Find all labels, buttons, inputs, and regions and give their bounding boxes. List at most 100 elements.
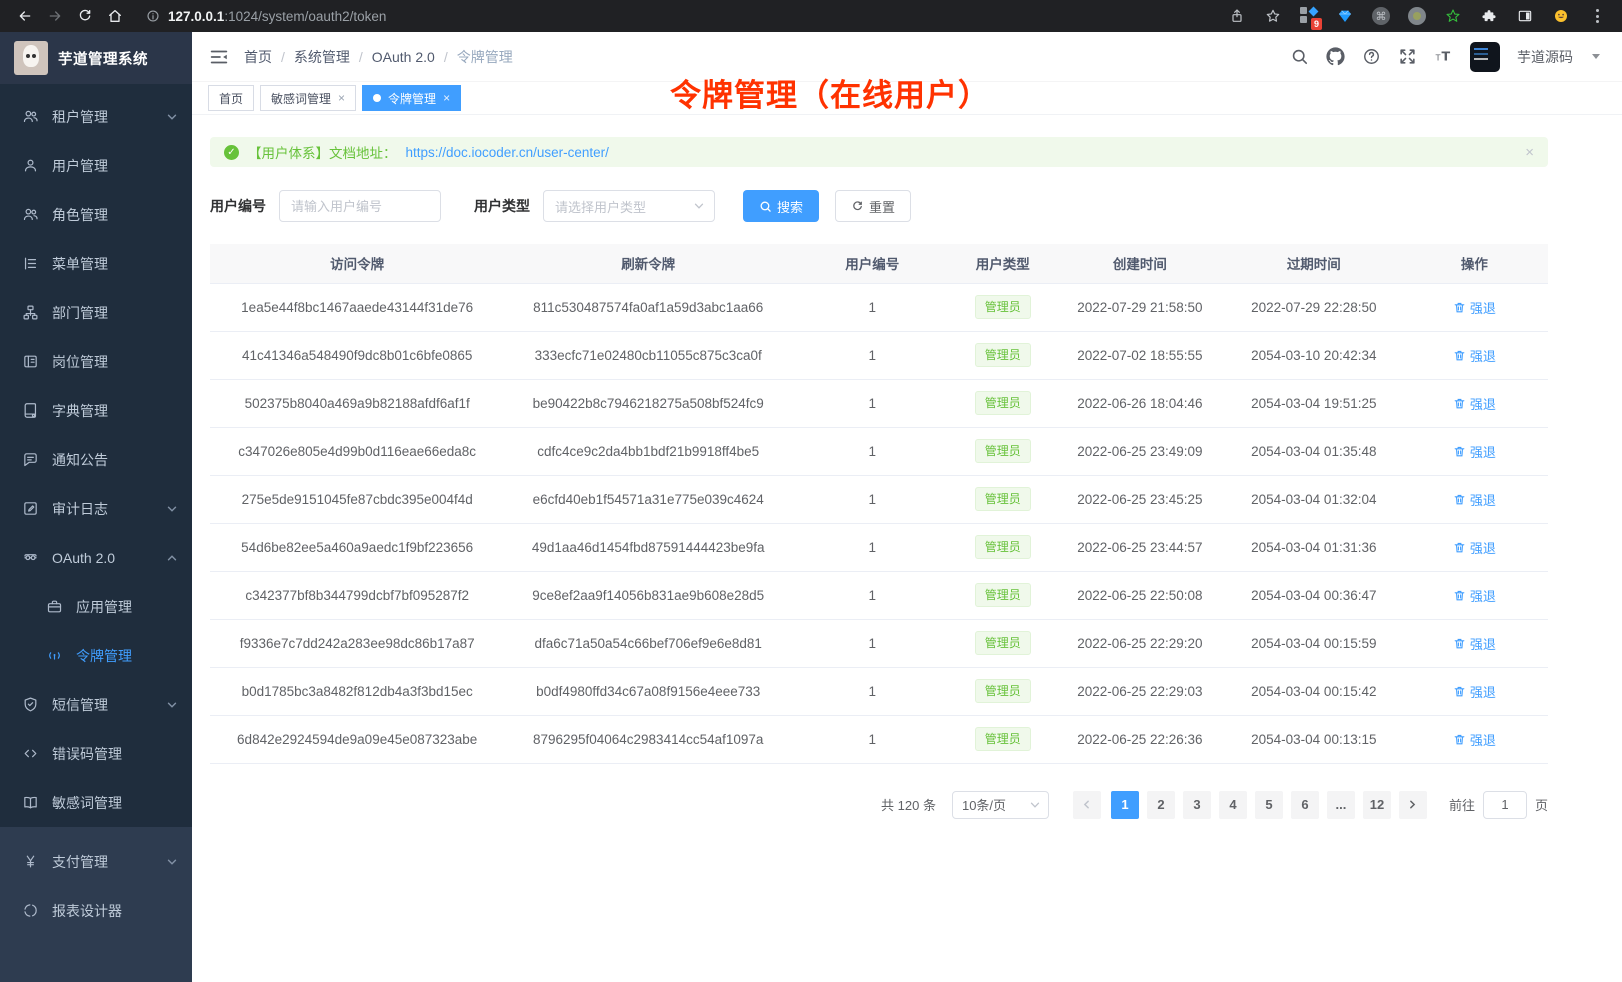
- sidebar-item-oauth2-app[interactable]: 应用管理: [0, 582, 192, 631]
- side-panel-icon[interactable]: [1514, 5, 1536, 27]
- alert-text: 【用户体系】文档地址：: [248, 142, 397, 162]
- next-page-button[interactable]: [1399, 791, 1427, 819]
- back-icon[interactable]: [12, 3, 38, 29]
- forward-icon[interactable]: [42, 3, 68, 29]
- bookmark-star-icon[interactable]: [1262, 5, 1284, 27]
- table-row: 54d6be82ee5a460a9aedc1f9bf223656 49d1aa4…: [210, 523, 1548, 571]
- search-button[interactable]: 搜索: [743, 190, 819, 222]
- tag-tab-home[interactable]: 首页: [208, 85, 254, 111]
- page-button-5[interactable]: 5: [1255, 791, 1283, 819]
- page-button-12[interactable]: 12: [1363, 791, 1391, 819]
- search-icon[interactable]: [1290, 47, 1309, 66]
- fullscreen-icon[interactable]: [1398, 47, 1417, 66]
- table-row: c347026e805e4d99b0d116eae66eda8c cdfc4ce…: [210, 427, 1548, 475]
- page-button-1[interactable]: 1: [1111, 791, 1139, 819]
- sidebar-item-notice[interactable]: 通知公告: [0, 435, 192, 484]
- info-icon: [146, 9, 160, 23]
- sidebar-item-tenant[interactable]: 租户管理: [0, 92, 192, 141]
- force-logout-button[interactable]: 强退: [1453, 442, 1496, 461]
- breadcrumb-item[interactable]: OAuth 2.0: [372, 49, 435, 65]
- delete-icon: [1453, 397, 1466, 410]
- chevron-down-icon[interactable]: [1592, 54, 1600, 59]
- page-jump-input[interactable]: [1483, 791, 1527, 819]
- doc-link[interactable]: https://doc.iocoder.cn/user-center/: [406, 145, 609, 160]
- page-button-6[interactable]: 6: [1291, 791, 1319, 819]
- browser-menu-icon[interactable]: [1586, 5, 1608, 27]
- delete-icon: [1453, 637, 1466, 650]
- user-id-cell: 1: [792, 571, 953, 619]
- home-icon[interactable]: [102, 3, 128, 29]
- sidebar-item-user[interactable]: 用户管理: [0, 141, 192, 190]
- column-header: 用户类型: [953, 244, 1053, 283]
- force-logout-button[interactable]: 强退: [1453, 730, 1496, 749]
- access-token-cell: c347026e805e4d99b0d116eae66eda8c: [210, 427, 504, 475]
- alert-close-icon[interactable]: ×: [1525, 144, 1534, 161]
- force-logout-button[interactable]: 强退: [1453, 394, 1496, 413]
- more-pages-button[interactable]: ...: [1327, 791, 1355, 819]
- github-icon[interactable]: [1326, 47, 1345, 66]
- page-button-4[interactable]: 4: [1219, 791, 1247, 819]
- pagination: 共 120 条 10条/页 123456...12 前往 页: [210, 791, 1548, 819]
- sidebar-item-errcode[interactable]: 错误码管理: [0, 729, 192, 778]
- sidebar-item-pay[interactable]: 支付管理: [0, 837, 192, 886]
- refresh-icon[interactable]: [72, 3, 98, 29]
- force-logout-button[interactable]: 强退: [1453, 298, 1496, 317]
- force-logout-button[interactable]: 强退: [1453, 346, 1496, 365]
- font-size-icon[interactable]: TT: [1434, 47, 1453, 66]
- sidebar-item-oauth2-token[interactable]: 令牌管理: [0, 631, 192, 680]
- prev-page-button[interactable]: [1073, 791, 1101, 819]
- user-avatar[interactable]: [1470, 42, 1500, 72]
- collapse-sidebar-icon[interactable]: [208, 46, 230, 68]
- address-bar[interactable]: 127.0.0.1:1024/system/oauth2/token: [146, 9, 1222, 24]
- sidebar-item-oauth2[interactable]: OAuth 2.0: [0, 533, 192, 582]
- page-size-select[interactable]: 10条/页: [952, 791, 1049, 819]
- chevron-down-icon: [1029, 799, 1041, 811]
- refresh-token-cell: be90422b8c7946218275a508bf524fc9: [504, 379, 792, 427]
- breadcrumb-item[interactable]: 系统管理: [294, 47, 350, 67]
- sidebar-item-sms[interactable]: 短信管理: [0, 680, 192, 729]
- delete-icon: [1453, 493, 1466, 506]
- annotation-title: 令牌管理（在线用户）: [670, 70, 990, 115]
- expire-time-cell: 2054-03-04 00:36:47: [1227, 571, 1401, 619]
- force-logout-button[interactable]: 强退: [1453, 538, 1496, 557]
- sidebar-item-menu[interactable]: 菜单管理: [0, 239, 192, 288]
- force-logout-button[interactable]: 强退: [1453, 586, 1496, 605]
- gem-extension-icon[interactable]: [1334, 5, 1356, 27]
- refresh-token-cell: dfa6c71a50a54c66bef706ef9e6e8d81: [504, 619, 792, 667]
- sidebar-item-role[interactable]: 角色管理: [0, 190, 192, 239]
- share-icon[interactable]: [1226, 5, 1248, 27]
- extension-pin-icon[interactable]: 9: [1298, 5, 1320, 27]
- sidebar-item-dept[interactable]: 部门管理: [0, 288, 192, 337]
- tag-tab-sensitive-word[interactable]: 敏感词管理 ×: [260, 85, 356, 111]
- sidebar-item-post[interactable]: 岗位管理: [0, 337, 192, 386]
- sidebar-item-sensitive[interactable]: 敏感词管理: [0, 778, 192, 827]
- star-extension-icon[interactable]: [1442, 5, 1464, 27]
- sidebar-item-report[interactable]: 报表设计器: [0, 886, 192, 935]
- puzzle-extension-icon[interactable]: [1478, 5, 1500, 27]
- page-button-2[interactable]: 2: [1147, 791, 1175, 819]
- close-tab-icon[interactable]: ×: [338, 92, 345, 104]
- doc-alert: ✓ 【用户体系】文档地址： https://doc.iocoder.cn/use…: [210, 137, 1548, 167]
- user-id-cell: 1: [792, 283, 953, 331]
- app-logo-row[interactable]: 芋道管理系统: [0, 32, 192, 84]
- user-id-input[interactable]: [279, 190, 441, 222]
- emoji-extension-icon[interactable]: [1550, 5, 1572, 27]
- breadcrumb-item[interactable]: 首页: [244, 47, 272, 67]
- force-logout-button[interactable]: 强退: [1453, 682, 1496, 701]
- delete-icon: [1453, 589, 1466, 602]
- user-name[interactable]: 芋道源码: [1517, 47, 1573, 67]
- help-icon[interactable]: [1362, 47, 1381, 66]
- user-type-select[interactable]: 请选择用户类型: [543, 190, 715, 222]
- force-logout-button[interactable]: 强退: [1453, 490, 1496, 509]
- close-tab-icon[interactable]: ×: [443, 92, 450, 104]
- sidebar-item-dict[interactable]: 字典管理: [0, 386, 192, 435]
- reset-button[interactable]: 重置: [835, 190, 911, 222]
- chevron-down-icon: [166, 699, 178, 711]
- created-time-cell: 2022-06-25 22:26:36: [1053, 715, 1227, 763]
- dot-extension-icon[interactable]: [1406, 5, 1428, 27]
- command-extension-icon[interactable]: ⌘: [1370, 5, 1392, 27]
- sidebar-item-audit[interactable]: 审计日志: [0, 484, 192, 533]
- tag-tab-token[interactable]: 令牌管理 ×: [362, 85, 461, 111]
- force-logout-button[interactable]: 强退: [1453, 634, 1496, 653]
- page-button-3[interactable]: 3: [1183, 791, 1211, 819]
